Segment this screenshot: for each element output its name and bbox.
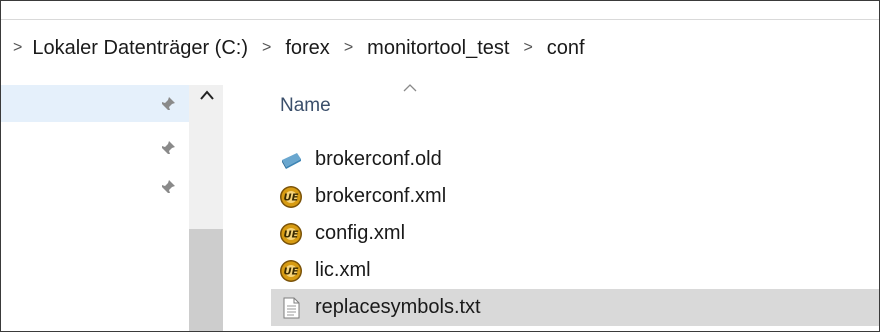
breadcrumb-item-conf[interactable]: conf (547, 37, 585, 60)
column-header-name[interactable]: Name (280, 95, 331, 117)
ultraedit-icon: UE (280, 222, 302, 245)
pin-icon[interactable] (159, 178, 177, 196)
breadcrumb-chevron-icon[interactable]: > (523, 39, 532, 57)
explorer-window: > Lokaler Datenträger (C:) > forex > mon… (0, 0, 880, 332)
pin-icon[interactable] (159, 139, 177, 157)
svg-text:UE: UE (284, 192, 299, 203)
file-name: brokerconf.old (315, 148, 442, 170)
breadcrumb-item-drive[interactable]: Lokaler Datenträger (C:) (32, 37, 248, 60)
sort-ascending-icon (403, 84, 417, 92)
breadcrumb-item-forex[interactable]: forex (285, 37, 329, 60)
svg-text:UE: UE (284, 229, 299, 240)
file-row[interactable]: UE config.xml (271, 215, 879, 252)
file-row[interactable]: brokerconf.old (271, 141, 879, 178)
old-file-icon (282, 152, 301, 169)
breadcrumb-chevron-icon[interactable]: > (344, 39, 353, 57)
file-row[interactable]: UE brokerconf.xml (271, 178, 879, 215)
breadcrumb-item-monitortool-test[interactable]: monitortool_test (367, 37, 509, 60)
breadcrumb-chevron-icon[interactable]: > (262, 39, 271, 57)
file-name: replacesymbols.txt (315, 296, 481, 318)
pin-icon[interactable] (159, 95, 177, 113)
text-file-icon (283, 297, 300, 318)
navigation-pane (1, 85, 225, 331)
nav-scrollbar-thumb[interactable] (189, 229, 223, 331)
file-row[interactable]: UE lic.xml (271, 252, 879, 289)
file-list: brokerconf.old UE brokerconf.xml UE conf… (271, 141, 879, 326)
breadcrumb[interactable]: > Lokaler Datenträger (C:) > forex > mon… (1, 28, 879, 68)
toolbar-divider (1, 19, 879, 20)
file-name: lic.xml (315, 259, 371, 281)
file-row-selected[interactable]: replacesymbols.txt (271, 289, 879, 326)
breadcrumb-chevron-icon[interactable]: > (13, 39, 22, 57)
svg-text:UE: UE (284, 266, 299, 277)
file-name: brokerconf.xml (315, 185, 447, 207)
file-name: config.xml (315, 222, 406, 244)
scroll-up-icon[interactable] (199, 89, 215, 101)
ultraedit-icon: UE (280, 185, 302, 208)
ultraedit-icon: UE (280, 259, 302, 282)
